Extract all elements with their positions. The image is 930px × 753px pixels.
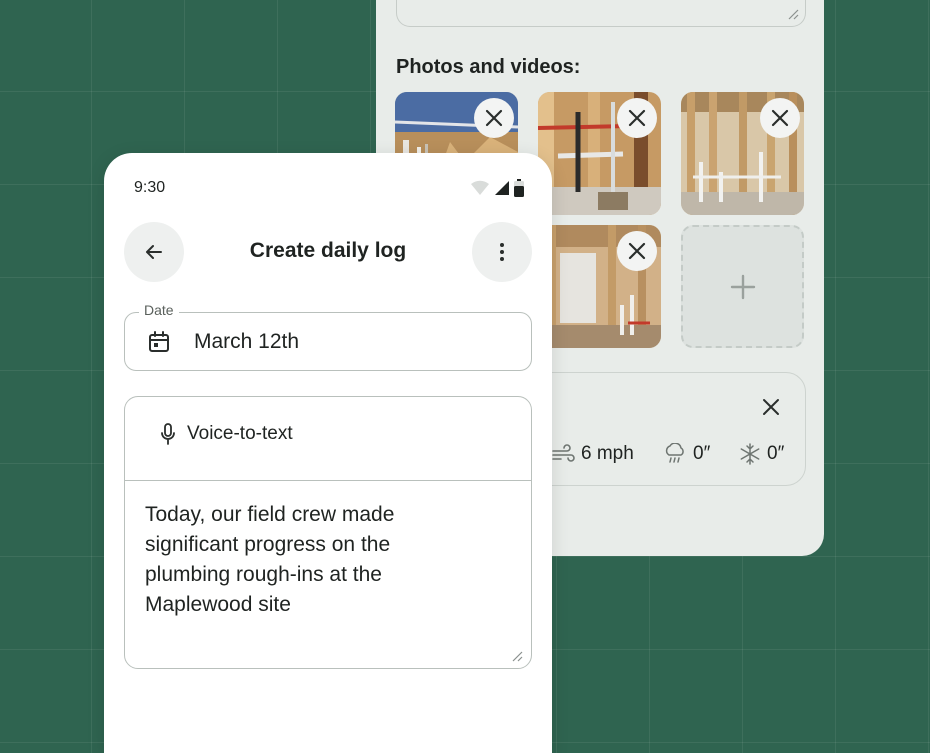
- notes-line: significant progress on the: [145, 533, 391, 556]
- battery-icon: [514, 179, 524, 197]
- notes-box[interactable]: Voice-to-text Today, our field crew made…: [124, 396, 532, 669]
- photo-thumbnail-3[interactable]: [681, 92, 804, 215]
- cellular-signal-icon: [495, 181, 509, 195]
- remove-photo-button[interactable]: [617, 231, 657, 271]
- date-value: March 12th: [194, 330, 300, 353]
- microphone-icon: [161, 423, 175, 445]
- close-icon: [771, 109, 789, 127]
- previous-notes-textarea[interactable]: [396, 0, 806, 27]
- photos-heading: Photos and videos:: [396, 56, 581, 78]
- remove-photo-button[interactable]: [617, 98, 657, 138]
- divider: [125, 480, 531, 481]
- add-media-button[interactable]: [681, 225, 804, 348]
- close-icon[interactable]: [761, 397, 781, 417]
- date-label: Date: [139, 302, 179, 318]
- notes-textarea[interactable]: Today, our field crew made significant p…: [145, 500, 465, 620]
- status-time: 9:30: [134, 179, 166, 196]
- notes-line: plumbing rough-ins at the: [145, 563, 382, 586]
- voice-to-text-button[interactable]: Voice-to-text: [161, 423, 293, 445]
- resize-grip-icon[interactable]: [511, 650, 523, 662]
- photo-thumbnail-4[interactable]: [538, 225, 661, 348]
- date-field[interactable]: Date March 12th: [124, 302, 532, 371]
- rain-value: 0″: [693, 443, 711, 464]
- snow-readout: 0″: [739, 443, 784, 465]
- plus-icon: [730, 274, 755, 299]
- phone-screen: 9:30 Create daily log Date March 12th Vo…: [104, 153, 552, 753]
- more-options-button[interactable]: [472, 222, 532, 282]
- resize-grip-icon[interactable]: [787, 8, 799, 20]
- rain-icon: [665, 443, 684, 463]
- remove-photo-button[interactable]: [760, 98, 800, 138]
- rain-readout: 0″: [663, 443, 710, 465]
- voice-to-text-label: Voice-to-text: [187, 423, 293, 444]
- notes-line: Today, our field crew made: [145, 503, 395, 526]
- snowflake-icon: [740, 443, 760, 465]
- wind-readout: 6 mph: [551, 443, 634, 465]
- close-icon: [628, 242, 646, 260]
- wifi-icon: [471, 180, 489, 195]
- notes-line: Maplewood site: [145, 593, 291, 616]
- snow-value: 0″: [767, 443, 785, 464]
- calendar-icon: [149, 331, 169, 352]
- photo-thumbnail-2[interactable]: [538, 92, 661, 215]
- wind-value: 6 mph: [581, 443, 634, 464]
- status-icons: [470, 179, 524, 197]
- wind-icon: [552, 444, 575, 462]
- close-icon: [485, 109, 503, 127]
- more-vertical-icon: [500, 243, 504, 261]
- close-icon: [628, 109, 646, 127]
- remove-photo-button[interactable]: [474, 98, 514, 138]
- weather-card: 6 mph 0″ 0″: [526, 372, 806, 486]
